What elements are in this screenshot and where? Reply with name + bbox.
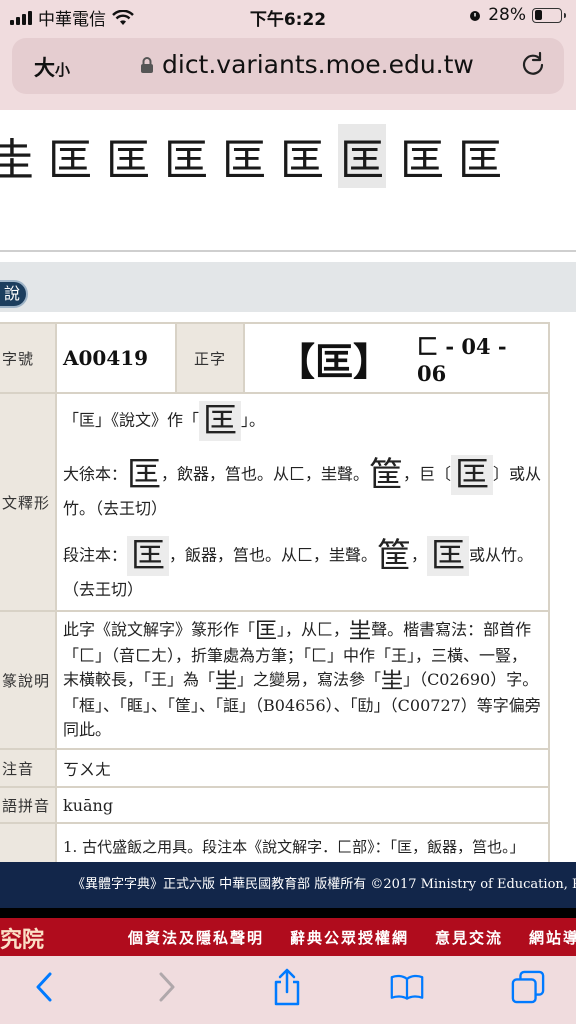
variant-glyph[interactable]: 圭 <box>0 124 34 188</box>
variant-glyph[interactable]: 匡 <box>222 124 266 188</box>
variant-glyph[interactable]: 匡 <box>400 124 444 188</box>
bookmarks-button[interactable] <box>390 970 424 1004</box>
shuowen-label: 文釋形 <box>0 392 57 612</box>
section-band: 說 <box>0 262 576 312</box>
table-row: 文釋形 「匡」《說文》作「匡」。 大徐本：匡，飲器，筥也。从匚，𡉚聲。筐，巨〔匡… <box>0 392 550 612</box>
browser-toolbar <box>0 956 576 1024</box>
footer-links-bar: 究院 個資法及隱私聲明 辭典公眾授權網 意見交流 網站導覽 <box>0 918 576 956</box>
copyright-bar: 《異體字字典》正式六版 中華民國教育部 版權所有 ©2017 Ministry … <box>0 862 576 908</box>
variant-glyph-image[interactable]: 匡 <box>338 124 386 188</box>
forward-button[interactable] <box>150 970 184 1004</box>
seal-glyph-image: 𡉚 <box>381 669 404 694</box>
share-button[interactable] <box>270 968 304 1006</box>
entry-table: 字號 A00419 正字 【匡】 匚 - 04 - 06 文釋形 「匡」《說文》… <box>0 322 550 874</box>
shuowen-cell: 「匡」《說文》作「匡」。 大徐本：匡，飲器，筥也。从匚，𡉚聲。筐，巨〔匡〕或从竹… <box>55 392 550 612</box>
address-bar[interactable]: 大小 dict.variants.moe.edu.tw <box>12 38 564 94</box>
alarm-icon <box>470 11 481 21</box>
footer-divider <box>0 908 576 918</box>
seal-glyph-image: 𡉚 <box>215 669 238 694</box>
zhuyin-value: ㄎㄨㄤ <box>55 748 550 788</box>
table-row: 注音 ㄎㄨㄤ <box>0 748 550 788</box>
footer-link-feedback[interactable]: 意見交流 <box>435 927 503 948</box>
footer-link-license[interactable]: 辭典公眾授權網 <box>290 927 409 948</box>
text-size-small: 小 <box>55 61 71 79</box>
seal-glyph-image: 匡 <box>199 401 242 441</box>
seal-glyph-image: 匡 <box>451 455 494 495</box>
lock-icon <box>141 56 153 73</box>
id-value: A00419 <box>55 322 177 394</box>
seal-glyph-image: 筐 <box>369 455 404 495</box>
reload-icon[interactable] <box>518 50 548 80</box>
seal-glyph-image: 匡 <box>127 536 170 576</box>
shuowen-text: 段注本： <box>63 545 128 565</box>
zheng-label: 正字 <box>175 322 245 394</box>
table-row: 字號 A00419 正字 【匡】 匚 - 04 - 06 <box>0 322 550 394</box>
table-row: 語拼音 kuāng <box>0 786 550 824</box>
seal-glyph-image: 筐 <box>377 536 412 576</box>
variant-glyph[interactable]: 匡 <box>48 124 92 188</box>
text-size-button[interactable]: 大小 <box>34 52 70 82</box>
pinyin-label: 語拼音 <box>0 786 57 824</box>
zheng-cell: 【匡】 匚 - 04 - 06 <box>243 322 550 394</box>
share-icon <box>274 968 300 1006</box>
footer-link-privacy[interactable]: 個資法及隱私聲明 <box>128 927 264 948</box>
battery-percent: 28% <box>488 5 526 25</box>
institute-name: 究院 <box>0 927 45 953</box>
desc-cell: 此字《說文解字》篆形作「匡」，从匚，𡉚聲。楷書寫法：部首作「匚」（音ㄈㄤ），折筆… <box>55 610 550 750</box>
shuowen-text: 「匡」《說文》作「 <box>63 410 200 430</box>
variant-glyph[interactable]: 匡 <box>164 124 208 188</box>
variant-glyph[interactable]: 匡 <box>458 124 502 188</box>
book-icon <box>390 974 424 1000</box>
desc-text: 」，从匚， <box>277 620 350 639</box>
seal-glyph-image: 匡 <box>427 536 470 576</box>
status-bar: 中華電信 下午6:22 28% <box>0 0 576 32</box>
tabs-icon <box>511 970 545 1004</box>
shuowen-text: 大徐本： <box>63 464 128 484</box>
explain-tab-pill[interactable]: 說 <box>0 280 28 308</box>
tabs-button[interactable] <box>511 970 545 1004</box>
seal-glyph-image: 匡 <box>127 455 162 495</box>
chevron-right-icon <box>159 972 175 1002</box>
zheng-code: 匚 - 04 - 06 <box>417 333 507 386</box>
seal-glyph-image: 𡉚 <box>349 619 372 644</box>
browser-chrome: 中華電信 下午6:22 28% 大小 dict.variants.moe.edu… <box>0 0 576 110</box>
table-row: 篆說明 此字《說文解字》篆形作「匡」，从匚，𡉚聲。楷書寫法：部首作「匚」（音ㄈㄤ… <box>0 610 550 750</box>
variant-glyph[interactable]: 匡 <box>280 124 324 188</box>
chevron-left-icon <box>36 972 52 1002</box>
shuowen-text: 」。 <box>241 410 266 430</box>
seal-glyph-image: 匡 <box>255 619 278 644</box>
id-label: 字號 <box>0 322 57 394</box>
url-text[interactable]: dict.variants.moe.edu.tw <box>162 50 474 79</box>
desc-label: 篆說明 <box>0 610 57 750</box>
shuowen-text: ， <box>411 545 428 565</box>
battery-icon <box>532 7 566 23</box>
pinyin-value: kuāng <box>55 786 550 824</box>
shuowen-text: ，巨〔 <box>403 464 452 484</box>
back-button[interactable] <box>27 970 61 1004</box>
shuowen-text: ，飯器，筥也。从匚，𡉚聲。 <box>169 545 378 565</box>
variant-glyph-strip: 圭 匡 匡 匡 匡 匡 匡 匡 匡 <box>0 110 576 252</box>
desc-text: 」之變易，寫法參「 <box>237 670 382 689</box>
desc-text: 此字《說文解字》篆形作「 <box>63 620 256 639</box>
footer-link-sitemap[interactable]: 網站導覽 <box>529 927 576 948</box>
variant-glyph[interactable]: 匡 <box>106 124 150 188</box>
shuowen-text: ，飲器，筥也。从匚，𡉚聲。 <box>161 464 370 484</box>
zheng-char: 【匡】 <box>277 338 392 384</box>
zhuyin-label: 注音 <box>0 748 57 788</box>
text-size-big: 大 <box>34 56 55 80</box>
